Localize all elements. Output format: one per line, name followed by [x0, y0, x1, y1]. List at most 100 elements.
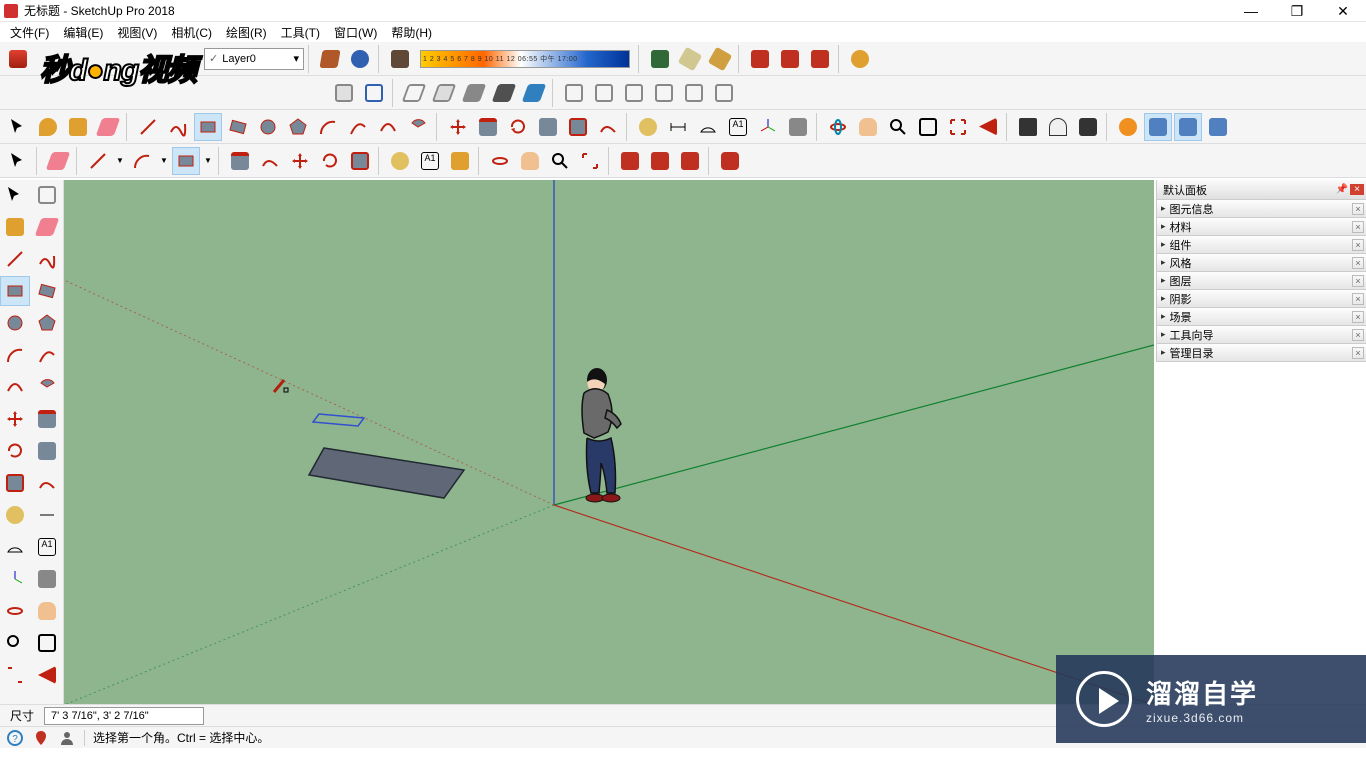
tag2-button[interactable] [706, 45, 734, 73]
panel-scenes[interactable]: 场景× [1157, 308, 1366, 326]
vt-prev[interactable] [32, 660, 62, 690]
viewport-3d[interactable] [64, 180, 1154, 705]
style2-button[interactable] [430, 79, 458, 107]
ext-button-4[interactable] [846, 45, 874, 73]
view-top-icon[interactable] [620, 79, 648, 107]
vt-circle[interactable] [0, 308, 30, 338]
zoom-window-tool[interactable] [914, 113, 942, 141]
pushpull2-tool[interactable] [226, 147, 254, 175]
arc-tool[interactable] [314, 113, 342, 141]
pie-tool[interactable] [404, 113, 432, 141]
ext-button-3[interactable] [806, 45, 834, 73]
vt-pie[interactable] [32, 372, 62, 402]
close-icon[interactable]: × [1352, 221, 1364, 233]
tray-title[interactable]: 默认面板 📌 × [1157, 180, 1366, 200]
vt-polygon[interactable] [32, 308, 62, 338]
material-tool[interactable] [64, 113, 92, 141]
warehouse-button[interactable] [316, 45, 344, 73]
menu-tools[interactable]: 工具(T) [275, 22, 326, 43]
vt-move[interactable] [0, 404, 30, 434]
close-icon[interactable]: × [1352, 203, 1364, 215]
vt-protractor[interactable] [0, 532, 30, 562]
close-icon[interactable]: × [1352, 293, 1364, 305]
vt-zoom[interactable] [0, 628, 30, 658]
panel-entity-info[interactable]: 图元信息× [1157, 200, 1366, 218]
text-tool[interactable]: A1 [724, 113, 752, 141]
ext-button-1[interactable] [746, 45, 774, 73]
eraser2-tool[interactable] [44, 147, 72, 175]
close-icon[interactable]: × [1352, 257, 1364, 269]
style5-button[interactable] [520, 79, 548, 107]
caret1[interactable]: ▼ [114, 147, 126, 175]
eraser-tool[interactable] [94, 113, 122, 141]
protractor-tool[interactable] [694, 113, 722, 141]
panel-materials[interactable]: 材料× [1157, 218, 1366, 236]
view-back-icon[interactable] [680, 79, 708, 107]
menu-window[interactable]: 窗口(W) [328, 22, 383, 43]
close-button[interactable]: ✕ [1320, 0, 1366, 22]
vt-paint[interactable] [0, 212, 30, 242]
arc3-tool[interactable] [374, 113, 402, 141]
view-left-icon[interactable] [710, 79, 738, 107]
vt-3dtext[interactable] [32, 564, 62, 594]
zoom-tool[interactable] [884, 113, 912, 141]
move2-tool[interactable] [286, 147, 314, 175]
tape2-tool[interactable] [386, 147, 414, 175]
caret2[interactable]: ▼ [158, 147, 170, 175]
style1-button[interactable] [400, 79, 428, 107]
pan-tool[interactable] [854, 113, 882, 141]
display-cut-tool[interactable] [1174, 113, 1202, 141]
vt-arc[interactable] [0, 340, 30, 370]
tray-close-icon[interactable]: × [1350, 184, 1364, 195]
pushpull-tool[interactable] [474, 113, 502, 141]
arc2-tool[interactable] [344, 113, 372, 141]
menu-help[interactable]: 帮助(H) [385, 22, 438, 43]
vt-zoomwin[interactable] [32, 628, 62, 658]
prev-view-tool[interactable] [974, 113, 1002, 141]
rotate2-tool[interactable] [316, 147, 344, 175]
minimize-button[interactable]: — [1228, 0, 1274, 22]
vt-scale[interactable] [0, 468, 30, 498]
vt-rotrect[interactable] [32, 276, 62, 306]
orbit2-tool[interactable] [486, 147, 514, 175]
maximize-button[interactable]: ❐ [1274, 0, 1320, 22]
vt-component[interactable] [32, 180, 62, 210]
paint-button[interactable] [386, 45, 414, 73]
menu-view[interactable]: 视图(V) [111, 22, 163, 43]
menu-file[interactable]: 文件(F) [4, 22, 55, 43]
select-tool[interactable] [4, 113, 32, 141]
shadow-time-bar[interactable]: 1 2 3 4 5 6 7 8 9 10 11 12 06:55 中午 17:0… [420, 50, 630, 68]
panel-instructor[interactable]: 工具向导× [1157, 326, 1366, 344]
iso-view-button[interactable] [330, 79, 358, 107]
top-view-button[interactable] [360, 79, 388, 107]
lookaround-tool[interactable] [1044, 113, 1072, 141]
person-icon[interactable] [58, 729, 76, 747]
offset-tool[interactable] [594, 113, 622, 141]
close-icon[interactable]: × [1352, 239, 1364, 251]
rect2-tool[interactable] [172, 147, 200, 175]
zoom-extents-tool[interactable] [944, 113, 972, 141]
style3-button[interactable] [460, 79, 488, 107]
display-section-tool[interactable] [1144, 113, 1172, 141]
panel-layers[interactable]: 图层× [1157, 272, 1366, 290]
menu-camera[interactable]: 相机(C) [165, 22, 218, 43]
position-camera-tool[interactable] [1014, 113, 1042, 141]
section-tool[interactable] [1114, 113, 1142, 141]
rotated-rect-tool[interactable] [224, 113, 252, 141]
share-button[interactable] [346, 45, 374, 73]
zoom2-tool[interactable] [546, 147, 574, 175]
view-iso-icon[interactable] [560, 79, 588, 107]
freehand-tool[interactable] [164, 113, 192, 141]
vt-rect[interactable] [0, 276, 30, 306]
orbit-tool[interactable] [824, 113, 852, 141]
view-front-icon[interactable] [590, 79, 618, 107]
polygon-tool[interactable] [284, 113, 312, 141]
offset2-tool[interactable] [256, 147, 284, 175]
3dtext-tool[interactable] [784, 113, 812, 141]
panel-components[interactable]: 组件× [1157, 236, 1366, 254]
vt-freehand[interactable] [32, 244, 62, 274]
panel-outliner[interactable]: 管理目录× [1157, 344, 1366, 362]
panel-shadows[interactable]: 阴影× [1157, 290, 1366, 308]
line-tool[interactable] [134, 113, 162, 141]
wh1-tool[interactable] [616, 147, 644, 175]
